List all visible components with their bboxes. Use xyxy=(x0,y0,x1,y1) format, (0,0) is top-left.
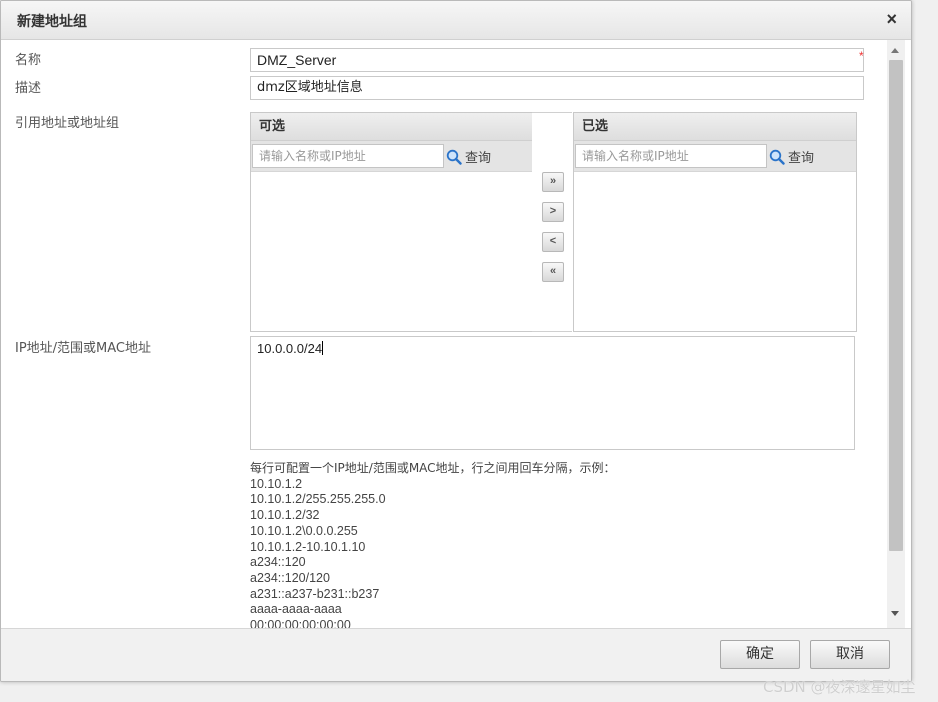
remove-all-button[interactable]: « xyxy=(542,262,564,282)
scroll-down-icon[interactable] xyxy=(891,611,899,616)
selected-query-label: 查询 xyxy=(788,151,815,166)
name-label: 名称 xyxy=(15,53,42,68)
scroll-thumb[interactable] xyxy=(889,60,903,551)
hint-example: a234::120/120 xyxy=(250,570,330,585)
new-address-group-dialog: 新建地址组 × 名称 DMZ_Server * 描述 dmz区域地址信息 引用地… xyxy=(0,0,912,682)
hint-example: a234::120 xyxy=(250,555,306,570)
close-icon[interactable]: × xyxy=(886,9,897,29)
required-mark: * xyxy=(859,49,864,63)
description-field[interactable]: dmz区域地址信息 xyxy=(250,76,864,100)
dialog-content: 名称 DMZ_Server * 描述 dmz区域地址信息 引用地址或地址组 可选… xyxy=(1,40,886,628)
remove-button[interactable]: < xyxy=(542,232,564,252)
name-field[interactable]: DMZ_Server xyxy=(250,48,864,72)
dialog-title: 新建地址组 xyxy=(17,14,87,30)
available-list[interactable] xyxy=(251,172,532,330)
watermark: CSDN @夜深邃星如尘 xyxy=(763,678,916,696)
available-search-bar: 查询 xyxy=(251,141,532,172)
hint-title: 每行可配置一个IP地址/范围或MAC地址，行之间用回车分隔，示例： xyxy=(250,461,616,475)
dialog-footer: 确定 取消 xyxy=(1,628,911,681)
cancel-button[interactable]: 取消 xyxy=(810,640,890,669)
search-icon xyxy=(769,149,785,165)
hint-example: 10.10.1.2 xyxy=(250,476,303,491)
selected-header: 已选 xyxy=(574,113,856,141)
hint-example: a231::a237-b231::b237 xyxy=(250,586,380,601)
dialog-titlebar: 新建地址组 × xyxy=(1,1,911,40)
hint-example: 10.10.1.2/32 xyxy=(250,508,320,523)
add-all-button[interactable]: » xyxy=(542,172,564,192)
selected-search-input[interactable] xyxy=(575,144,767,168)
selected-list[interactable] xyxy=(574,172,856,330)
hint-example: 10.10.1.2\0.0.0.255 xyxy=(250,523,358,538)
available-panel: 可选 查询 xyxy=(250,112,533,332)
vertical-scrollbar[interactable] xyxy=(887,40,905,628)
available-query-label: 查询 xyxy=(465,151,492,166)
search-icon xyxy=(446,149,462,165)
ok-button[interactable]: 确定 xyxy=(720,640,800,669)
ip-address-label: IP地址/范围或MAC地址 xyxy=(15,341,152,356)
hint-example: 00:00:00:00:00:00 xyxy=(250,618,351,628)
ip-address-value: 10.0.0.0/24 xyxy=(257,341,323,356)
hint-example: aaaa-aaaa-aaaa xyxy=(250,602,342,617)
transfer-controls: » > < « xyxy=(532,112,572,332)
available-query-button[interactable]: 查询 xyxy=(446,147,491,166)
selected-search-bar: 查询 xyxy=(574,141,856,172)
selected-panel: 已选 查询 xyxy=(573,112,857,332)
format-hint: 每行可配置一个IP地址/范围或MAC地址，行之间用回车分隔，示例： 10.10.… xyxy=(250,461,616,628)
scroll-up-icon[interactable] xyxy=(891,48,899,53)
text-caret xyxy=(322,341,324,355)
selected-query-button[interactable]: 查询 xyxy=(769,147,814,166)
reference-label: 引用地址或地址组 xyxy=(15,116,120,131)
available-header: 可选 xyxy=(251,113,532,141)
hint-example: 10.10.1.2-10.10.1.10 xyxy=(250,539,366,554)
available-search-input[interactable] xyxy=(252,144,444,168)
description-label: 描述 xyxy=(15,81,42,96)
hint-example: 10.10.1.2/255.255.255.0 xyxy=(250,492,386,507)
ip-address-textarea[interactable]: 10.0.0.0/24 xyxy=(250,336,855,450)
add-button[interactable]: > xyxy=(542,202,564,222)
